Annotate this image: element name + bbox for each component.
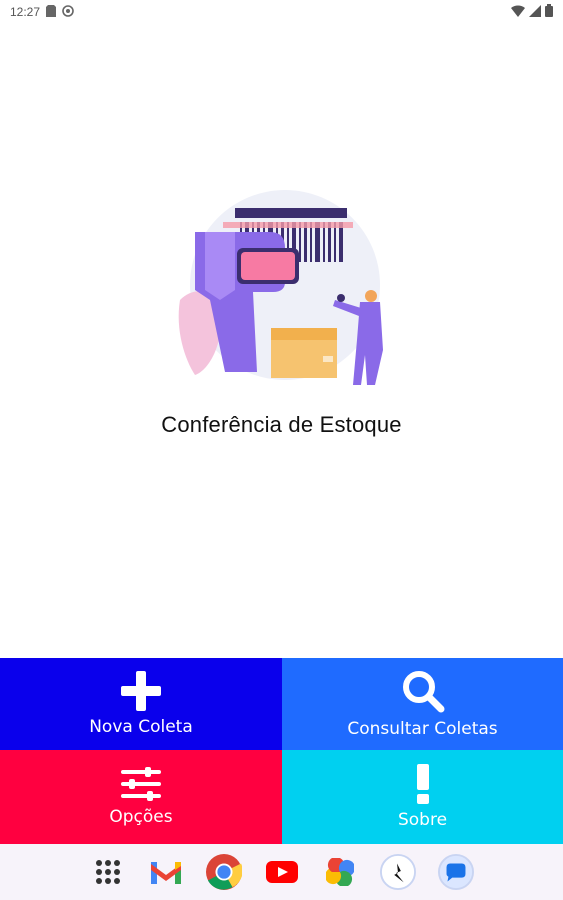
exclamation-icon — [416, 764, 430, 804]
photos-icon[interactable] — [322, 854, 358, 890]
chrome-icon[interactable] — [205, 854, 242, 890]
consult-collections-label: Consultar Coletas — [347, 719, 498, 739]
status-time: 12:27 — [10, 5, 41, 19]
wifi-icon — [511, 4, 525, 20]
plus-icon — [121, 671, 161, 711]
app-icon[interactable] — [379, 854, 416, 890]
gmail-icon[interactable] — [148, 854, 184, 890]
new-collection-button[interactable]: Nova Coleta — [0, 658, 282, 750]
app-title: Conferência de Estoque — [161, 412, 402, 437]
about-button[interactable]: Sobre — [282, 750, 563, 844]
status-bar: 12:27 — [0, 0, 563, 24]
new-collection-label: Nova Coleta — [89, 717, 193, 737]
youtube-icon[interactable] — [264, 854, 300, 890]
action-grid: Nova Coleta Consultar Coletas Opções Sob… — [0, 658, 563, 844]
sd-card-icon — [46, 4, 57, 20]
sync-icon — [62, 4, 74, 20]
options-button[interactable]: Opções — [0, 750, 282, 844]
sliders-icon — [121, 767, 161, 801]
app-dock — [0, 844, 563, 900]
consult-collections-button[interactable]: Consultar Coletas — [282, 658, 563, 750]
barcode-scanner-illustration — [175, 190, 390, 390]
battery-icon — [545, 4, 553, 20]
app-drawer-icon[interactable] — [90, 854, 126, 890]
signal-icon — [529, 4, 541, 20]
messages-icon[interactable] — [437, 854, 474, 890]
search-icon — [401, 669, 445, 713]
options-label: Opções — [109, 807, 173, 827]
about-label: Sobre — [397, 810, 448, 830]
